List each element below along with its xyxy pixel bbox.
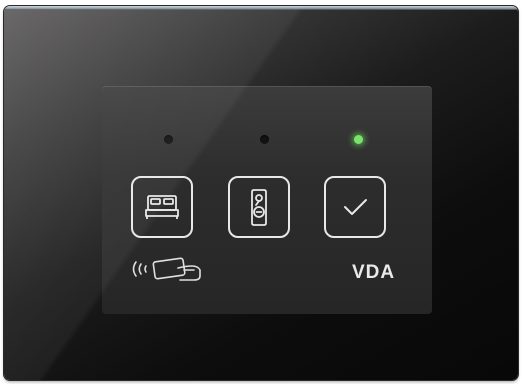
make-up-room-button[interactable]	[324, 176, 386, 238]
brand-logo-text: VDA	[352, 262, 396, 283]
do-not-disturb-button[interactable]	[228, 176, 290, 238]
bed-button[interactable]	[131, 176, 193, 238]
checkmark-icon	[344, 199, 367, 215]
led-do-not-disturb	[164, 135, 173, 144]
contactless-card-icon	[132, 257, 201, 281]
led-make-up-room	[260, 135, 269, 144]
door-hanger-icon	[251, 189, 267, 226]
brand-logo: VDA	[352, 262, 396, 283]
led-ready	[354, 135, 363, 144]
bed-icon	[145, 195, 179, 219]
top-rim	[4, 6, 518, 10]
room-control-panel: VDA	[4, 6, 518, 380]
